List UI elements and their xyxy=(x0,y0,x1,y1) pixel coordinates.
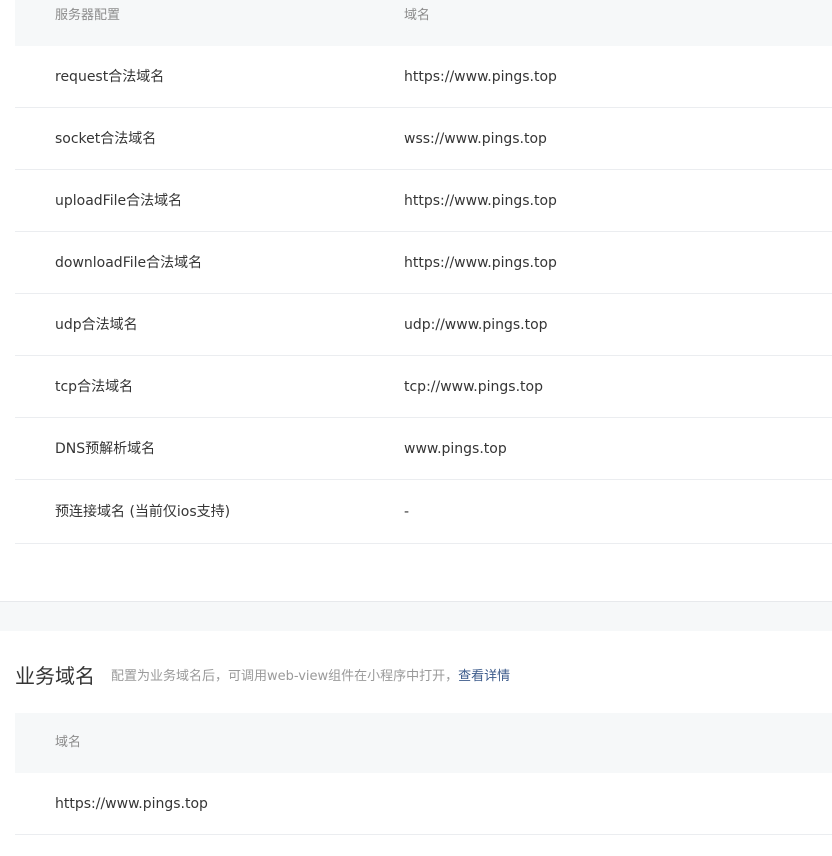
row-domain-value: - xyxy=(404,504,410,520)
row-domain-value: https://www.pings.top xyxy=(404,69,557,85)
business-domain-table: 域名 https://www.pings.top xyxy=(15,713,832,835)
table-row: downloadFile合法域名 https://www.pings.top xyxy=(15,232,832,294)
table-row: https://www.pings.top xyxy=(15,773,832,835)
header-domain: 域名 xyxy=(55,735,82,750)
table-row: 预连接域名 (当前仅ios支持) - xyxy=(15,480,832,544)
row-label: uploadFile合法域名 xyxy=(55,193,183,209)
row-domain-value: https://www.pings.top xyxy=(404,193,557,209)
table-row: tcp合法域名 tcp://www.pings.top xyxy=(15,356,832,418)
row-label: request合法域名 xyxy=(55,69,165,85)
business-domain-description: 配置为业务域名后，可调用web-view组件在小程序中打开， xyxy=(111,669,459,684)
table-header: 域名 xyxy=(15,713,832,773)
row-domain-value: https://www.pings.top xyxy=(55,796,208,812)
row-domain-value: wss://www.pings.top xyxy=(404,131,547,147)
table-row: request合法域名 https://www.pings.top xyxy=(15,46,832,108)
page: 服务器配置 域名 request合法域名 https://www.pings.t… xyxy=(0,0,832,856)
row-label: DNS预解析域名 xyxy=(55,441,156,457)
header-domain: 域名 xyxy=(404,8,431,23)
row-domain-value: tcp://www.pings.top xyxy=(404,379,543,395)
row-domain-value: https://www.pings.top xyxy=(404,255,557,271)
business-domain-header: 业务域名 配置为业务域名后，可调用web-view组件在小程序中打开，查看详情 xyxy=(15,660,510,696)
section-divider xyxy=(0,601,832,631)
row-label: 预连接域名 (当前仅ios支持) xyxy=(55,504,231,520)
row-label: socket合法域名 xyxy=(55,131,157,147)
table-header: 服务器配置 域名 xyxy=(15,0,832,46)
header-server-config: 服务器配置 xyxy=(55,8,121,23)
table-row: socket合法域名 wss://www.pings.top xyxy=(15,108,832,170)
row-label: downloadFile合法域名 xyxy=(55,255,203,271)
row-domain-value: www.pings.top xyxy=(404,441,507,457)
server-config-table: 服务器配置 域名 request合法域名 https://www.pings.t… xyxy=(15,0,832,544)
row-domain-value: udp://www.pings.top xyxy=(404,317,548,333)
table-row: DNS预解析域名 www.pings.top xyxy=(15,418,832,480)
business-domain-title: 业务域名 xyxy=(15,664,95,688)
server-config-section: 服务器配置 域名 request合法域名 https://www.pings.t… xyxy=(0,0,832,601)
row-label: tcp合法域名 xyxy=(55,379,134,395)
table-row: udp合法域名 udp://www.pings.top xyxy=(15,294,832,356)
view-details-link[interactable]: 查看详情 xyxy=(458,669,510,684)
table-row: uploadFile合法域名 https://www.pings.top xyxy=(15,170,832,232)
row-label: udp合法域名 xyxy=(55,317,138,333)
